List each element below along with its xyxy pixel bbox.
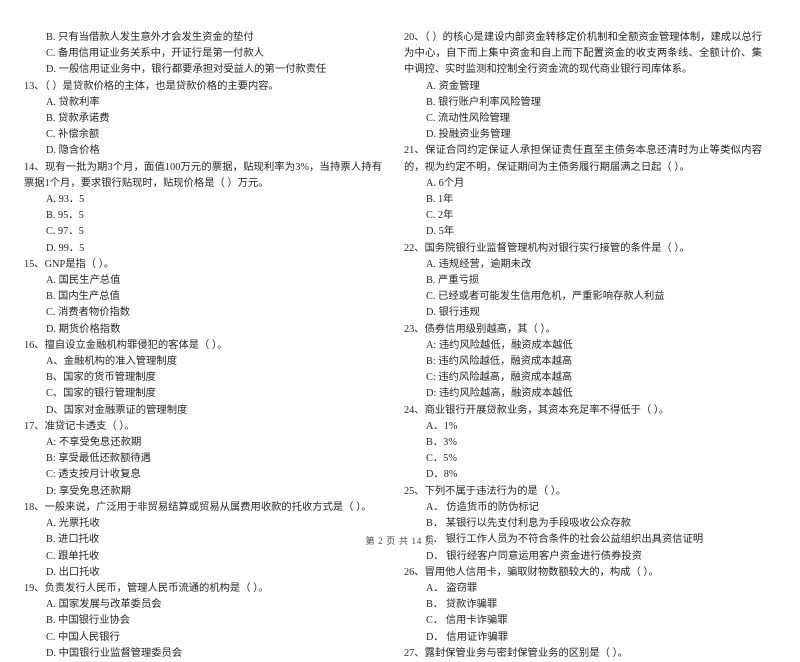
q20-option-b: B. 银行账户利率风险管理	[426, 96, 541, 108]
question-15-stem: 15、GNP是指（ ）。	[24, 258, 115, 270]
question-26-stem: 26、冒用他人信用卡，骗取财物数额较大的，构成（ ）。	[404, 566, 659, 578]
q23-option-a: A: 违约风险越低，融资成本越低	[426, 339, 573, 351]
q19-option-d: D. 中国银行业监督管理委员会	[46, 647, 183, 659]
q25-option-b: B． 某银行以先支付利息为手段吸收公众存款	[426, 518, 632, 530]
q22-option-b: B. 严重亏损	[426, 275, 480, 287]
q24-option-b: B．3%	[426, 437, 457, 449]
q22-option-a: A. 违规经营，逾期未改	[426, 258, 532, 270]
question-19-stem: 19、负责发行人民币，管理人民币流通的机构是（ ）。	[24, 582, 269, 594]
q20-option-c: C. 流动性风险管理	[426, 113, 511, 125]
q17-option-a: A: 不享受免息还款期	[46, 437, 142, 449]
question-24-stem: 24、商业银行开展贷款业务，其资本充足率不得低于（ ）。	[404, 404, 670, 416]
left-column: B. 只有当借款人发生意外才会发生资金的垫付 C. 备用信用证业务关系中，开证行是…	[24, 30, 382, 662]
q26-option-a: A． 盗窃罪	[426, 582, 478, 594]
q13-option-c: C. 补偿余额	[46, 129, 100, 141]
q18-option-a: A. 光票托收	[46, 518, 100, 530]
q17-option-d: D: 享受免息还款期	[46, 485, 131, 497]
q15-option-c: C. 消费者物价指数	[46, 307, 131, 319]
q14-option-a: A. 93．5	[46, 194, 85, 206]
q18-option-c: C. 跟单托收	[46, 550, 100, 562]
q20-option-a: A. 资金管理	[426, 80, 480, 92]
q12-option-b: B. 只有当借款人发生意外才会发生资金的垫付	[46, 32, 254, 43]
q15-option-a: A. 国民生产总值	[46, 275, 121, 287]
q14-option-b: B. 95．5	[46, 210, 84, 222]
q23-option-d: D: 违约风险越高，融资成本越低	[426, 388, 573, 400]
q21-option-b: B. 1年	[426, 194, 454, 206]
page-footer: 第 2 页 共 14 页	[365, 536, 435, 546]
q20-option-d: D. 投融资业务管理	[426, 129, 511, 141]
q14-option-c: C. 97．5	[46, 226, 84, 238]
q12-option-c: C. 备用信用证业务关系中，开证行是第一付款人	[46, 48, 264, 60]
q26-option-b: B． 贷款诈骗罪	[426, 599, 498, 611]
q23-option-b: B: 违约风险越低，融资成本越高	[426, 356, 573, 368]
right-column: 20、（ ）的核心是建设内部资金转移定价机制和全额资金管理体制，建成以总行为中心…	[404, 30, 762, 662]
q18-option-d: D. 出口托收	[46, 566, 100, 578]
q21-option-c: C. 2年	[426, 210, 454, 222]
q15-option-b: B. 国内生产总值	[46, 291, 120, 303]
exam-page: B. 只有当借款人发生意外才会发生资金的垫付 C. 备用信用证业务关系中，开证行是…	[0, 0, 800, 659]
q19-option-c: C. 中国人民银行	[46, 631, 120, 643]
question-16-stem: 16、擅自设立金融机构罪侵犯的客体是（ ）。	[24, 339, 228, 351]
q16-option-a: A、金融机构的准入管理制度	[46, 356, 177, 368]
q24-option-d: D．8%	[426, 469, 458, 481]
two-column-layout: B. 只有当借款人发生意外才会发生资金的垫付 C. 备用信用证业务关系中，开证行是…	[24, 30, 776, 662]
q21-option-a: A. 6个月	[426, 177, 465, 189]
q13-option-b: B. 贷款承诺费	[46, 113, 110, 125]
q19-option-b: B. 中国银行业协会	[46, 615, 131, 627]
q17-option-b: B: 享受最低还款额待遇	[46, 453, 151, 465]
question-25-stem: 25、下列不属于违法行为的是（ ）。	[404, 485, 567, 497]
question-20-stem: 20、（ ）的核心是建设内部资金转移定价机制和全额资金管理体制，建成以总行为中心…	[404, 32, 762, 76]
q12-option-d: D. 一般信用证业务中，银行都要承担对受益人的第一付款责任	[46, 64, 327, 76]
q16-option-c: C、国家的银行管理制度	[46, 388, 156, 400]
q14-option-d: D. 99．5	[46, 242, 85, 254]
q13-option-a: A. 贷款利率	[46, 96, 100, 108]
question-13-stem: 13、（ ）是贷款价格的主体，也是贷款价格的主要内容。	[24, 80, 279, 92]
question-27-stem: 27、露封保管业务与密封保管业务的区别是（ ）。	[404, 647, 628, 659]
q23-option-c: C: 违约风险越高，融资成本越高	[426, 372, 573, 384]
q16-option-b: B、国家的货币管理制度	[46, 372, 156, 384]
q22-option-c: C. 已经或者可能发生信用危机，严重影响存款人利益	[426, 291, 665, 303]
q15-option-d: D. 期货价格指数	[46, 323, 121, 335]
q21-option-d: D. 5年	[426, 226, 455, 238]
question-14-stem: 14、现有一批为期3个月，面值100万元的票据，贴现利率为3%，当持票人持有票据…	[24, 161, 382, 189]
question-17-stem: 17、准贷记卡透支（ ）。	[24, 420, 135, 432]
q22-option-d: D. 银行违规	[426, 307, 480, 319]
q26-option-d: D． 信用证诈骗罪	[426, 631, 509, 643]
question-23-stem: 23、债券信用级别越高，其（ ）。	[404, 323, 556, 335]
q26-option-c: C． 信用卡诈骗罪	[426, 615, 508, 627]
q19-option-a: A. 国家发展与改革委员会	[46, 599, 162, 611]
q24-option-a: A．1%	[426, 420, 458, 432]
question-22-stem: 22、国务院银行业监督管理机构对银行实行接管的条件是（ ）。	[404, 242, 690, 254]
q16-option-d: D、国家对金融票证的管理制度	[46, 404, 188, 416]
q25-option-a: A． 仿造货币的防伪标记	[426, 501, 539, 513]
q17-option-c: C: 透支按月计收复息	[46, 469, 141, 481]
question-21-stem: 21、保证合同约定保证人承担保证责任直至主债务本息还清时为止等类似内容的，视为约…	[404, 145, 762, 173]
q24-option-c: C．5%	[426, 453, 457, 465]
q25-option-d: D． 银行经客户同意运用客户资金进行债券投资	[426, 550, 642, 562]
q13-option-d: D. 隐含价格	[46, 145, 100, 157]
question-18-stem: 18、一般来说，广泛用于非贸易结算或贸易从属费用收款的托收方式是（ ）。	[24, 501, 372, 513]
